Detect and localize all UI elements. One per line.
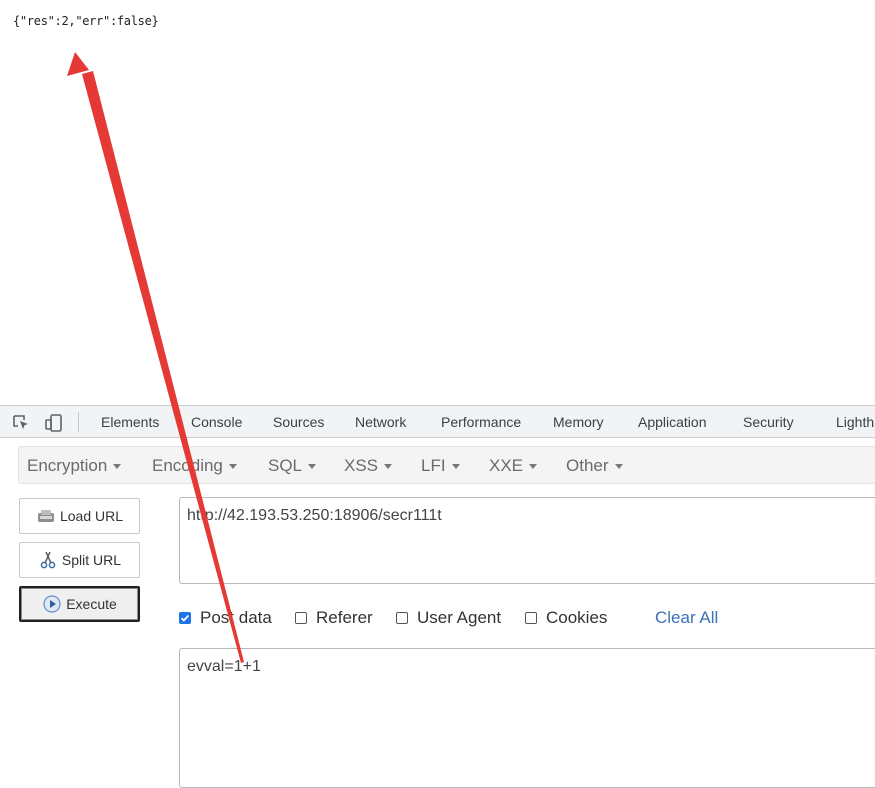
menu-encryption[interactable]: Encryption [27,456,122,476]
url-input[interactable]: http://42.193.53.250:18906/secr111t [179,497,875,584]
menu-other-label: Other [566,456,609,475]
clear-all-link[interactable]: Clear All [655,608,718,628]
checkbox-unchecked-icon [396,612,408,624]
tab-lighthouse[interactable]: Lighth [836,414,874,430]
caret-down-icon [308,464,317,470]
play-icon [43,595,61,613]
devtools-panel: Elements Console Sources Network Perform… [0,405,875,788]
checkbox-unchecked-icon [525,612,537,624]
scissors-icon [40,551,56,569]
execute-label: Execute [66,596,117,612]
checkbox-checked-icon [179,612,191,624]
toolbar-divider [78,412,79,432]
user-agent-checkbox[interactable]: User Agent [396,608,501,628]
cookies-checkbox[interactable]: Cookies [525,608,607,628]
caret-down-icon [384,464,393,470]
caret-down-icon [451,464,460,470]
menu-encryption-label: Encryption [27,456,108,475]
caret-down-icon [113,464,122,470]
load-url-icon [37,510,54,522]
post-data-label: Post data [200,608,272,627]
inspect-element-icon[interactable] [11,413,31,433]
menu-xss[interactable]: XSS [344,456,393,476]
caret-down-icon [228,464,237,470]
response-json-text: {"res":2,"err":false} [13,14,159,28]
referer-checkbox[interactable]: Referer [295,608,373,628]
tab-sources[interactable]: Sources [273,414,324,430]
menu-other[interactable]: Other [566,456,623,476]
split-url-label: Split URL [61,552,122,568]
tab-console[interactable]: Console [191,414,242,430]
cookies-label: Cookies [546,608,608,627]
page-body: {"res":2,"err":false} [0,0,875,405]
hackbar-menu-bar: Encryption Encoding SQL XSS LFI XXE Othe… [18,446,875,484]
tab-application[interactable]: Application [638,414,707,430]
caret-down-icon [614,464,623,470]
tab-elements[interactable]: Elements [101,414,159,430]
load-url-label: Load URL [59,508,124,524]
device-toggle-icon[interactable] [44,413,64,433]
referer-label: Referer [316,608,373,627]
menu-encoding[interactable]: Encoding [152,456,237,476]
menu-sql[interactable]: SQL [268,456,317,476]
tab-network[interactable]: Network [355,414,406,430]
caret-down-icon [529,464,538,470]
execute-button[interactable]: Execute [19,586,140,622]
menu-lfi-label: LFI [421,456,446,475]
menu-xss-label: XSS [344,456,379,475]
split-url-button[interactable]: Split URL [19,542,140,578]
menu-xxe[interactable]: XXE [489,456,538,476]
menu-xxe-label: XXE [489,456,524,475]
devtools-tab-bar: Elements Console Sources Network Perform… [0,405,875,438]
menu-encoding-label: Encoding [152,456,223,475]
checkbox-unchecked-icon [295,612,307,624]
post-data-checkbox[interactable]: Post data [179,608,272,628]
post-data-input[interactable]: evval=1+1 [179,648,875,788]
menu-sql-label: SQL [268,456,303,475]
menu-lfi[interactable]: LFI [421,456,460,476]
load-url-button[interactable]: Load URL [19,498,140,534]
tab-security[interactable]: Security [743,414,794,430]
tab-memory[interactable]: Memory [553,414,604,430]
tab-performance[interactable]: Performance [441,414,521,430]
user-agent-label: User Agent [417,608,502,627]
